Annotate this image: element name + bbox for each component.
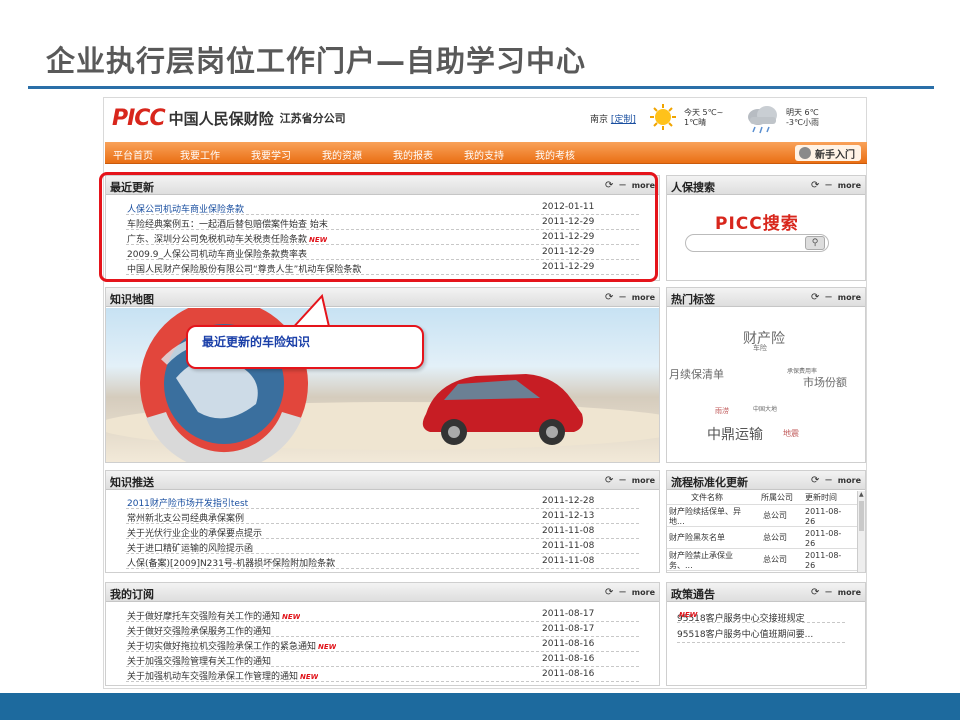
annotation-callout: 最近更新的车险知识 (186, 325, 424, 369)
callout-text: 最近更新的车险知识 (202, 335, 311, 349)
footer-bar (0, 693, 960, 720)
slide: 企业执行层岗位工作门户—自助学习中心 PICC 中国人民保财险 江苏省分公司 南… (0, 0, 960, 720)
callout-pointer (287, 293, 332, 332)
